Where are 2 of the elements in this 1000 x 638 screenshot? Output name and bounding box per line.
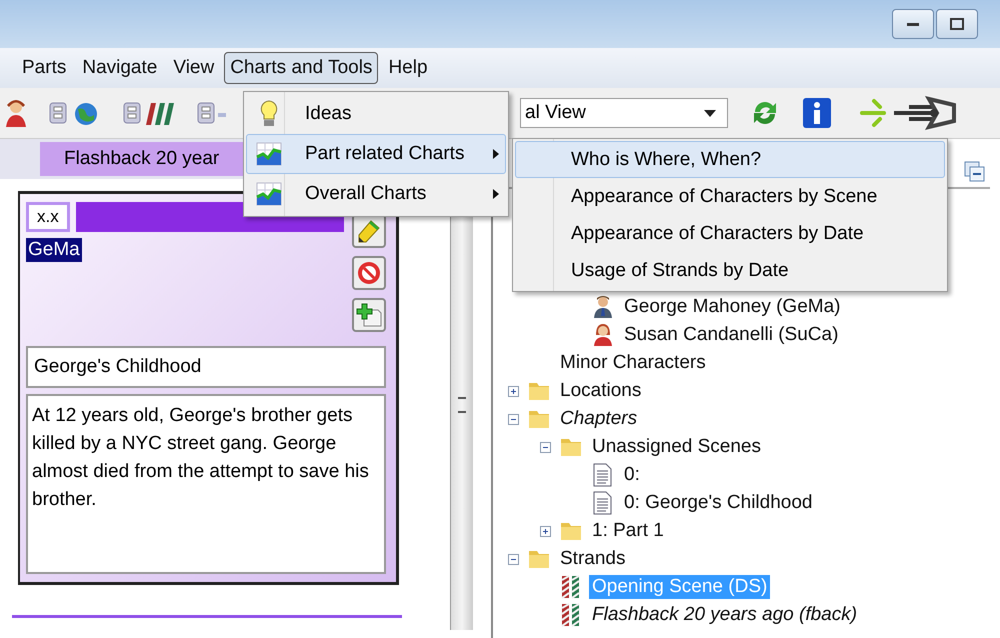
character-abbreviation: GeMa — [26, 238, 82, 262]
scene-number-label: x.x — [26, 202, 70, 232]
